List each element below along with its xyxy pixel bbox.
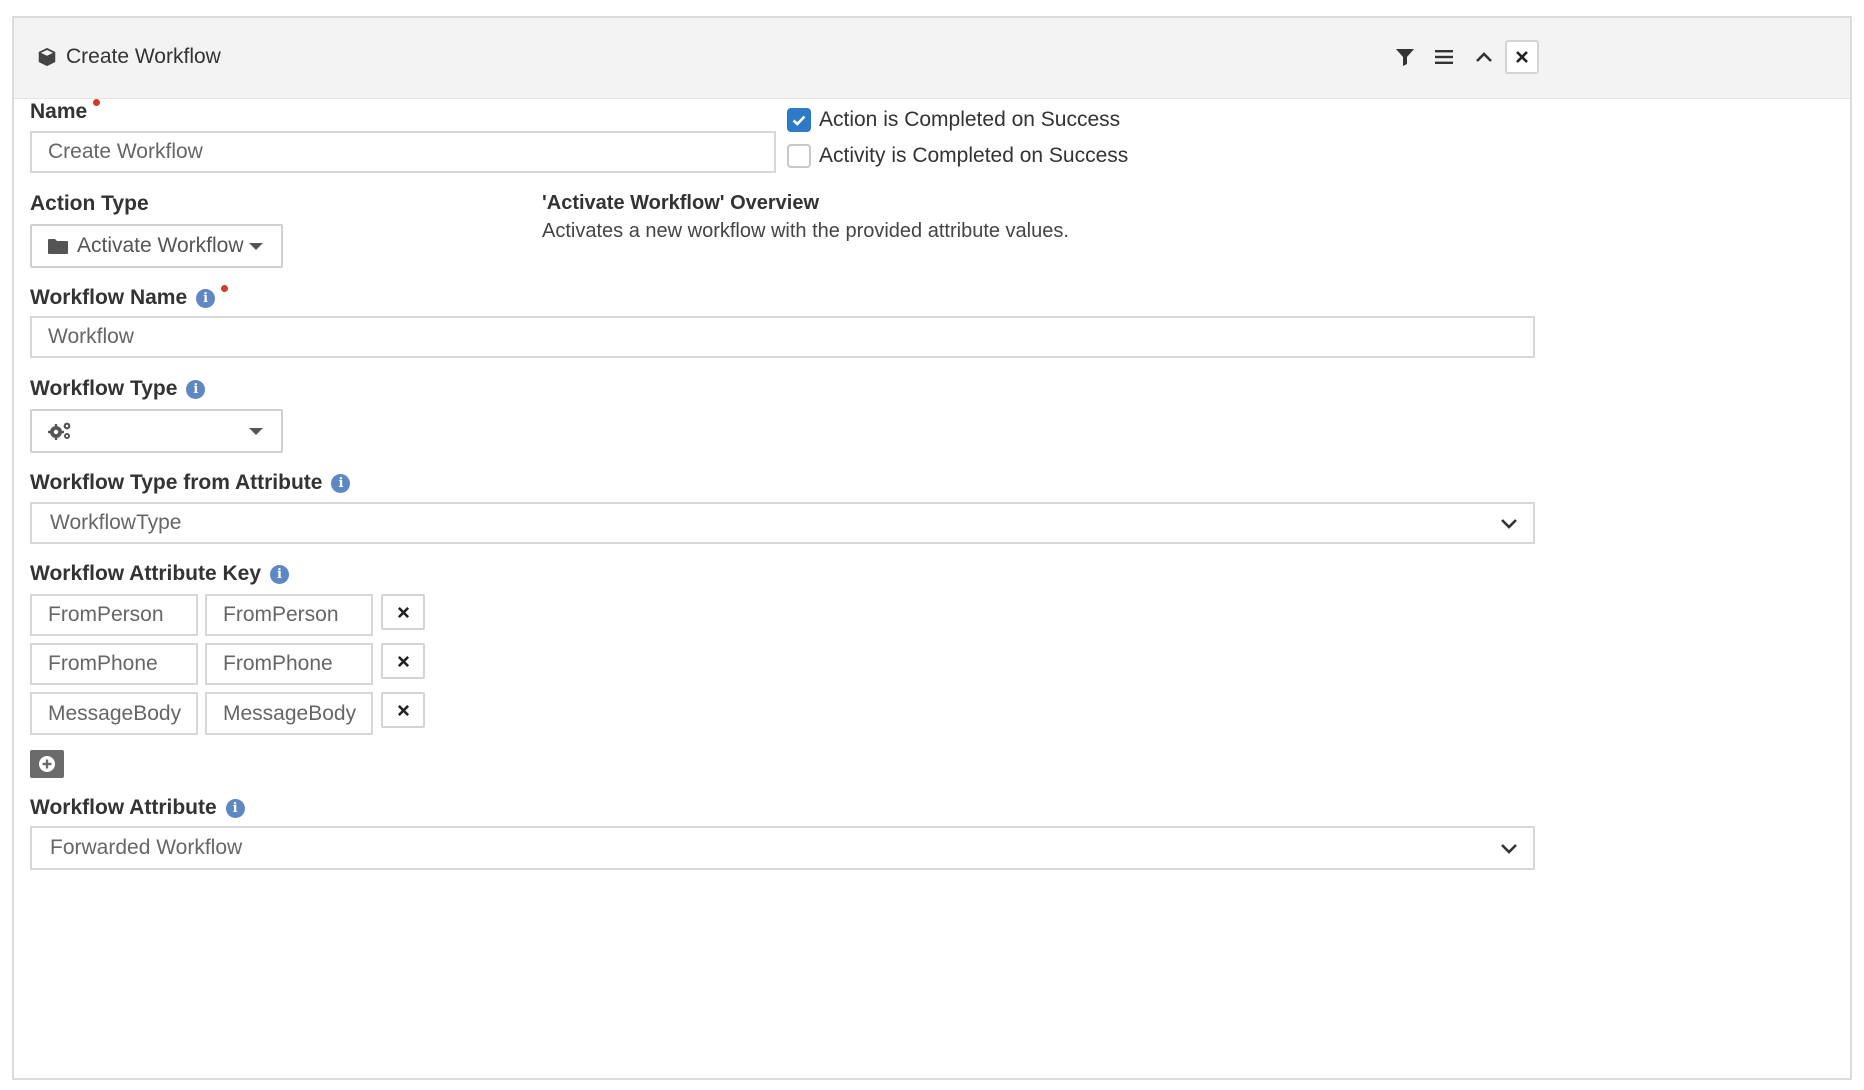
close-icon [397,655,409,667]
close-panel-button[interactable] [1505,40,1539,74]
caret-down-icon [249,428,263,435]
caret-down-icon [249,243,263,250]
workflow-type-from-attribute-select[interactable]: WorkflowType [30,502,1535,544]
gears-icon [48,422,71,440]
remove-row-button[interactable] [381,643,425,679]
action-completed-checkbox[interactable] [787,108,811,132]
action-type-value: Activate Workflow [77,234,244,257]
panel-header: Create Workflow [14,18,1850,99]
cube-icon [38,47,56,67]
attribute-value-value: FromPhone [223,652,333,675]
workflow-attribute-select[interactable]: Forwarded Workflow [30,826,1535,870]
workflow-type-from-attribute-label: Workflow Type from Attribute i [30,471,351,495]
required-indicator [93,98,101,106]
collapse-button[interactable] [1467,40,1501,74]
workflow-type-from-attribute-label-text: Workflow Type from Attribute [30,471,323,494]
attribute-key-input[interactable]: FromPerson [30,594,198,636]
attribute-value-input[interactable]: FromPerson [205,594,373,636]
workflow-name-label-text: Workflow Name [30,286,188,309]
info-icon[interactable]: i [331,473,351,493]
chevron-down-icon [1501,519,1517,529]
name-input[interactable]: Create Workflow [30,131,776,173]
folder-icon [48,239,68,254]
filter-icon [1396,49,1414,66]
activity-completed-label[interactable]: Activity is Completed on Success [819,144,1128,168]
activity-completed-checkbox[interactable] [787,144,811,168]
workflow-name-input[interactable]: Workflow [30,316,1535,358]
workflow-name-value: Workflow [48,325,134,348]
hamburger-icon [1435,50,1453,64]
name-label: Name [30,98,101,124]
attribute-key-input[interactable]: FromPhone [30,643,198,685]
panel-title: Create Workflow [36,42,221,72]
menu-button[interactable] [1427,40,1461,74]
close-icon [397,606,409,618]
workflow-type-from-attribute-value: WorkflowType [50,511,182,534]
chevron-up-icon [1476,52,1492,62]
action-type-label: Action Type [30,192,149,216]
create-workflow-panel: Create Workflow [12,16,1852,1080]
workflow-attribute-label: Workflow Attribute i [30,796,245,820]
remove-row-button[interactable] [381,692,425,728]
attribute-value-value: MessageBody [223,701,357,725]
attribute-key-value: FromPhone [48,652,158,675]
action-type-label-text: Action Type [30,192,149,215]
workflow-type-label: Workflow Type i [30,377,206,401]
workflow-attribute-key-label-text: Workflow Attribute Key [30,562,262,585]
close-icon [1516,51,1528,63]
workflow-attribute-value: Forwarded Workflow [50,836,243,859]
info-icon[interactable]: i [225,798,245,818]
attribute-value-value: FromPerson [223,603,339,626]
overview-title: 'Activate Workflow' Overview [542,192,820,214]
remove-row-button[interactable] [381,594,425,630]
filter-button[interactable] [1388,40,1422,74]
plus-circle-icon [39,756,55,772]
info-icon[interactable]: i [186,379,206,399]
attribute-key-value: FromPerson [48,603,164,626]
info-icon[interactable]: i [196,288,216,308]
attribute-value-input[interactable]: FromPhone [205,643,373,685]
info-icon[interactable]: i [270,564,290,584]
workflow-name-label: Workflow Name i [30,284,229,310]
required-indicator [221,284,229,292]
checkmark-icon [792,115,806,126]
workflow-type-label-text: Workflow Type [30,377,178,400]
panel-title-text: Create Workflow [66,45,221,68]
attribute-key-value: MessageBody [48,701,182,725]
chevron-down-icon [1501,844,1517,854]
attribute-value-input[interactable]: MessageBody [205,692,373,735]
close-icon [397,704,409,716]
workflow-type-picker[interactable] [30,409,283,453]
action-type-picker[interactable]: Activate Workflow [30,224,283,268]
attribute-key-input[interactable]: MessageBody [30,692,198,735]
workflow-attribute-key-label: Workflow Attribute Key i [30,562,290,586]
workflow-attribute-label-text: Workflow Attribute [30,796,217,819]
add-row-button[interactable] [30,750,64,778]
action-completed-label[interactable]: Action is Completed on Success [819,108,1120,132]
name-input-value: Create Workflow [48,140,203,163]
overview-text: Activates a new workflow with the provid… [542,220,1069,242]
name-label-text: Name [30,100,88,123]
